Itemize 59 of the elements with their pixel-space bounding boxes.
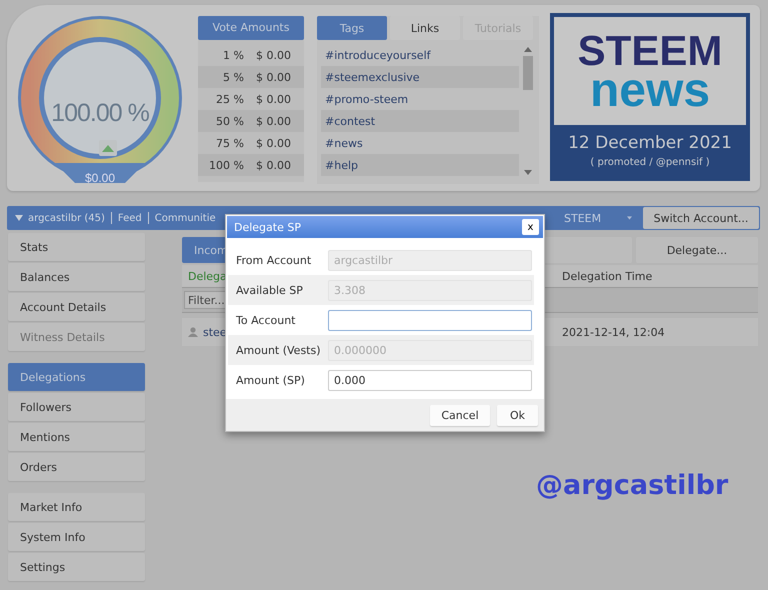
sidebar-item[interactable]: Followers [8,393,145,421]
sidebar-item[interactable]: Settings [8,553,145,581]
gauge-value: $0.00 [84,171,116,185]
dialog-button[interactable]: Cancel [430,404,490,426]
vote-amount: $ 0.00 [256,48,291,62]
sidebar-item[interactable]: Orders [8,453,145,481]
tag-link[interactable]: #contest [325,114,376,128]
field-label: Amount (Vests) [236,344,322,356]
vote-percent: 5 % [222,70,244,84]
tag-link[interactable]: #promo-steem [325,92,408,106]
tab[interactable]: Tags [317,16,387,40]
dialog-title: Delegate SP [234,220,301,234]
dialog-button[interactable]: Ok [497,404,538,426]
nav-link[interactable]: Communitie [154,212,216,224]
tag-link[interactable]: #introduceyourself [325,48,430,62]
user-icon [188,327,198,337]
sidebar-item[interactable]: Account Details [8,293,145,321]
input-field[interactable] [328,310,532,330]
vote-percent: 25 % [215,92,244,106]
vote-amount: $ 0.00 [256,70,291,84]
sidebar-item[interactable]: System Info [8,523,145,551]
vote-percent: 50 % [215,114,244,128]
field-label: Amount (SP) [236,374,306,386]
delegate-button[interactable]: Delegate... [636,237,758,263]
vote-amount: $ 0.00 [256,158,291,172]
account-menu[interactable]: argcastilbr (45) [28,212,105,224]
currency-dropdown[interactable]: STEEM [558,207,638,229]
tag-link[interactable]: #news [325,136,363,150]
tab[interactable]: Links [390,16,460,40]
banner-credit: ( promoted / @pennsif ) [590,157,710,168]
caret-icon[interactable] [15,215,23,221]
vote-percent: 1 % [222,48,244,62]
news-banner[interactable]: STEEM news 12 December 2021 ( promoted / @pennsif ) [550,13,750,181]
sidebar-item[interactable]: Market Info [8,493,145,521]
field-label: Available SP [236,284,304,296]
table-cell[interactable]: stee [203,326,227,338]
field-label: To Account [236,314,296,326]
sidebar-item[interactable]: Delegations [8,363,145,391]
vote-percent: 75 % [215,136,244,150]
filter-field[interactable]: Filter... [184,291,228,309]
table-cell: 2021-12-14, 12:04 [562,326,665,338]
tag-link[interactable]: #help [325,158,358,172]
vote-amount: $ 0.00 [256,136,291,150]
nav-link[interactable]: Feed [118,212,142,224]
switch-account-button[interactable]: Switch Account... [643,207,759,229]
vote-amount: $ 0.00 [256,92,291,106]
column-header[interactable]: Delegation Time [562,270,652,282]
caret-icon [627,216,632,220]
signature-text: @argcastilbr [536,470,728,501]
vote-percent: 100 % [208,158,244,172]
vote-amount: $ 0.00 [256,114,291,128]
gauge-percent: 100.00 % [50,99,150,128]
vote-amounts-header: Vote Amounts [198,16,304,40]
input-field[interactable]: 0.000 [328,370,532,390]
sidebar-item[interactable]: Balances [8,263,145,291]
sidebar-item[interactable]: Mentions [8,423,145,451]
sidebar-item[interactable]: Stats [8,233,145,261]
close-button[interactable]: x [522,219,539,235]
banner-date: 12 December 2021 [568,133,732,153]
